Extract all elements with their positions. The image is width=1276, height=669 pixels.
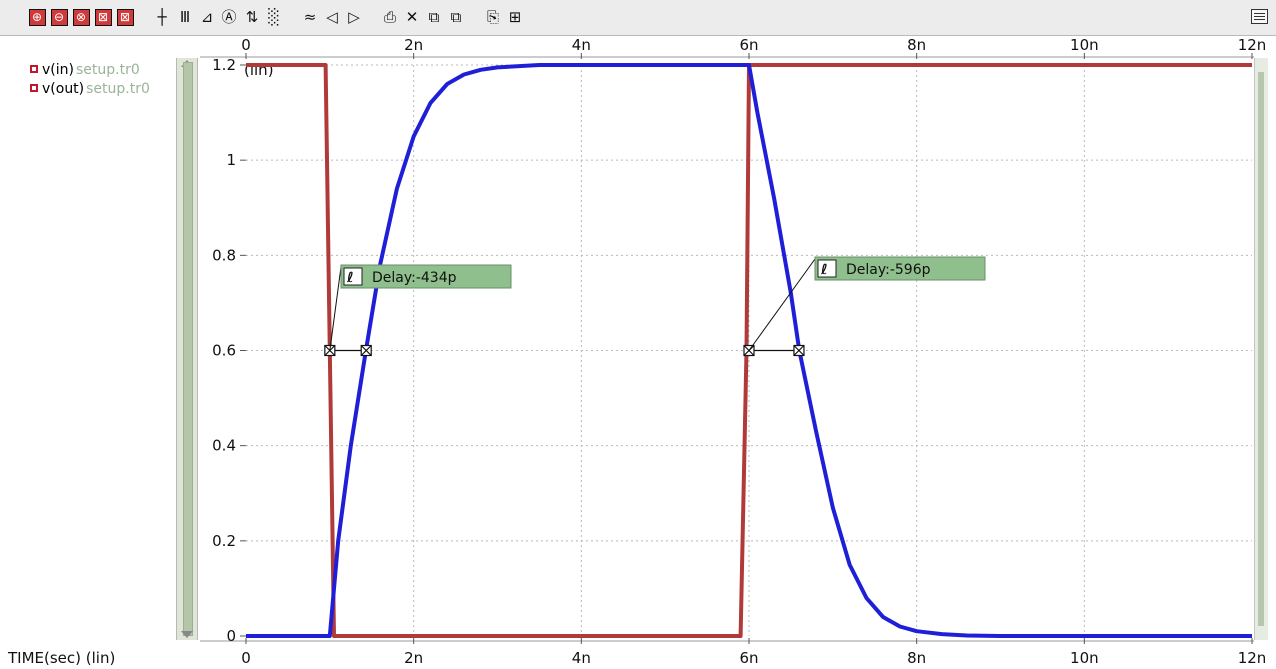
y-tick-label: 0.2 bbox=[212, 532, 236, 550]
x-tick-label-top: 8n bbox=[907, 36, 926, 54]
y-tick-label: 0 bbox=[226, 627, 236, 645]
y-tick-label: 0.6 bbox=[212, 342, 236, 360]
waveform-chart: 002n2n4n4n6n6n8n8n10n10n12n12n00.20.40.6… bbox=[200, 36, 1267, 667]
delay-icon-glyph: ℓ bbox=[346, 270, 354, 286]
x-tick-label-top: 4n bbox=[572, 36, 591, 54]
y-tick-label: 1 bbox=[226, 151, 236, 169]
x-tick-label-top: 0 bbox=[241, 36, 251, 54]
x-tick-label-bottom: 12n bbox=[1238, 649, 1267, 667]
x-tick-label-bottom: 0 bbox=[241, 649, 251, 667]
x-tick-label-top: 2n bbox=[404, 36, 423, 54]
x-tick-label-bottom: 4n bbox=[572, 649, 591, 667]
x-tick-label-bottom: 6n bbox=[739, 649, 758, 667]
y-tick-label: 0.8 bbox=[212, 246, 236, 264]
x-tick-label-top: 6n bbox=[739, 36, 758, 54]
delay-label-text: Delay:-434p bbox=[372, 270, 457, 286]
x-axis-label: TIME(sec) (lin) bbox=[8, 649, 116, 667]
x-tick-label-bottom: 2n bbox=[404, 649, 423, 667]
x-tick-label-bottom: 8n bbox=[907, 649, 926, 667]
x-tick-label-top: 12n bbox=[1238, 36, 1267, 54]
y-tick-label: 0.4 bbox=[212, 437, 236, 455]
delay-label-text: Delay:-596p bbox=[846, 262, 931, 278]
y-tick-label: 1.2 bbox=[212, 56, 236, 74]
delay-icon-glyph: ℓ bbox=[820, 262, 828, 278]
x-tick-label-top: 10n bbox=[1070, 36, 1099, 54]
x-tick-label-bottom: 10n bbox=[1070, 649, 1099, 667]
